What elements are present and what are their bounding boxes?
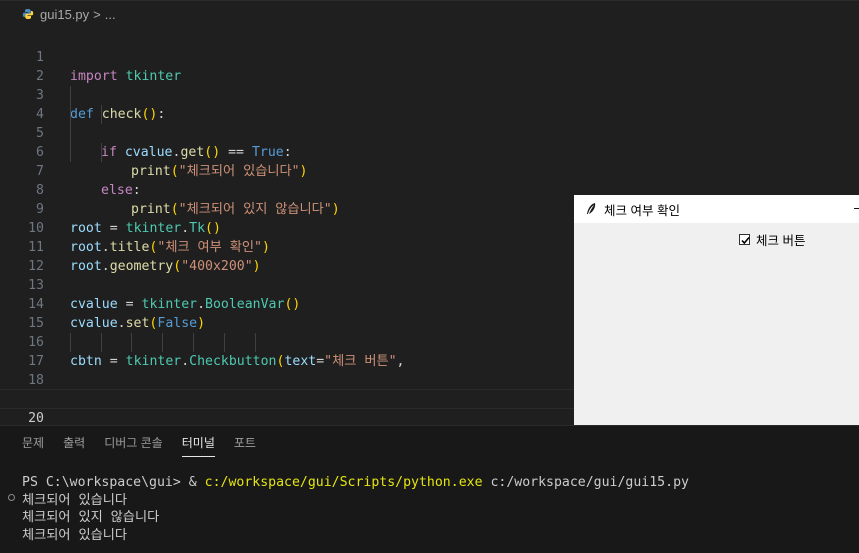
tab-problems[interactable]: 문제 xyxy=(22,434,44,457)
checkmark-icon xyxy=(741,236,750,245)
terminal-arg: c:/workspace/gui/gui15.py xyxy=(482,475,689,490)
tk-titlebar[interactable]: 체크 여부 확인 – xyxy=(574,195,859,223)
terminal-line: 체크되어 있지 않습니다 xyxy=(22,510,160,525)
tab-debug-console[interactable]: 디버그 콘솔 xyxy=(104,434,163,457)
panel-tabs: 문제 출력 디버그 콘솔 터미널 포트 xyxy=(22,434,275,457)
breadcrumb-file[interactable]: gui15.py xyxy=(40,7,89,22)
tk-feather-icon xyxy=(587,203,596,214)
terminal-output[interactable]: PS C:\workspace\gui> & c:/workspace/gui/… xyxy=(22,474,689,544)
terminal-line: 체크되어 있습니다 xyxy=(22,527,127,543)
tk-window[interactable]: 체크 여부 확인 – 체크 버튼 xyxy=(574,195,859,425)
code-line: 4 if cvalue.get() == True: xyxy=(0,86,859,160)
terminal-exe: c:/workspace/gui/Scripts/python.exe xyxy=(204,475,483,490)
breadcrumb[interactable]: gui15.py > ... xyxy=(0,0,859,27)
code-line: 7 print("체크되어 있지 않습니다") xyxy=(0,143,859,217)
tk-window-title: 체크 여부 확인 xyxy=(604,203,680,218)
code-line: 8 xyxy=(0,162,859,198)
breadcrumb-rest[interactable]: ... xyxy=(105,7,116,22)
minimize-icon[interactable]: – xyxy=(854,199,859,215)
bottom-panel: 문제 출력 디버그 콘솔 터미널 포트 PS C:\workspace\gui>… xyxy=(0,425,859,553)
breadcrumb-separator: > xyxy=(93,6,101,22)
code-line: 2 xyxy=(0,48,859,84)
terminal-line: 체크되어 있습니다 xyxy=(22,492,127,508)
code-line: 3 def check(): xyxy=(0,67,859,122)
checkbox-label: 체크 버튼 xyxy=(756,234,806,248)
python-file-icon xyxy=(22,9,34,19)
code-line: 5 print("체크되어 있습니다") xyxy=(0,105,859,179)
tab-ports[interactable]: 포트 xyxy=(234,434,256,457)
terminal-prompt: PS C:\workspace\gui> & xyxy=(22,475,205,490)
tk-checkbutton[interactable]: 체크 버튼 xyxy=(739,230,805,249)
code-line: 6 else: xyxy=(0,124,859,198)
command-decoration-icon[interactable] xyxy=(8,494,15,501)
code-line: 1 import tkinter xyxy=(0,29,859,84)
tab-terminal[interactable]: 터미널 xyxy=(181,434,215,457)
tab-output[interactable]: 출력 xyxy=(63,434,85,457)
checkbox[interactable] xyxy=(739,234,750,245)
